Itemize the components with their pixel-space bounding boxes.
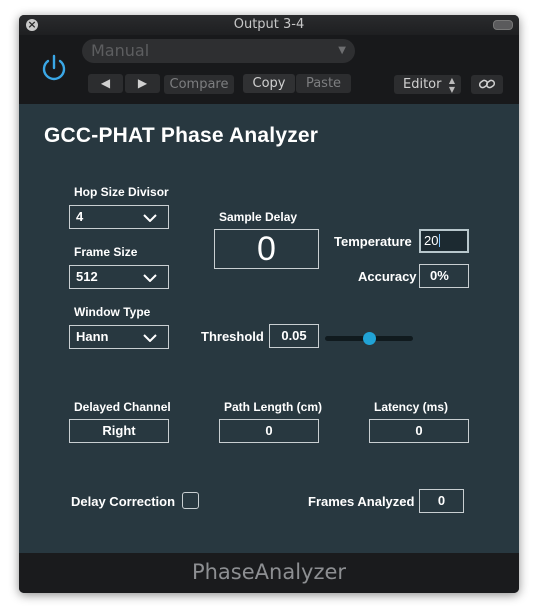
delayed-channel-display: Right [69,419,169,443]
link-button[interactable] [471,75,503,94]
toolbar-toggle-button[interactable] [493,20,513,30]
threshold-slider-handle[interactable] [362,332,376,345]
accuracy-label: Accuracy [358,269,417,284]
window-title: Output 3-4 [233,17,305,32]
accuracy-display: 0% [419,264,469,288]
power-icon[interactable] [38,52,70,84]
temperature-value: 20 [424,233,439,248]
title-bar: × Output 3-4 [19,15,519,35]
frame-size-value: 512 [76,269,98,284]
threshold-label: Threshold [201,329,264,344]
previous-preset-button[interactable]: ◀ [88,74,123,93]
window-type-label: Window Type [74,305,151,319]
hop-size-select[interactable]: 4 [69,205,169,229]
sample-delay-label: Sample Delay [219,210,298,224]
window-type-select[interactable]: Hann [69,325,169,349]
frame-size-select[interactable]: 512 [69,265,169,289]
next-preset-button[interactable]: ▶ [125,74,160,93]
hop-size-value: 4 [76,209,84,224]
preset-select[interactable]: Manual ▼ [82,39,355,63]
chevron-down-icon [143,274,157,282]
path-length-label: Path Length (cm) [224,400,322,414]
temperature-input[interactable]: 20 [419,229,469,253]
plugin-header: Manual ▼ ◀ ▶ Compare Copy Paste Editor ▲… [19,35,519,104]
frames-analyzed-display: 0 [419,489,464,513]
copy-button[interactable]: Copy [243,74,295,93]
sample-delay-display: 0 [214,229,319,269]
plugin-panel: GCC-PHAT Phase Analyzer Hop Size Divisor… [19,104,519,553]
latency-display: 0 [369,419,469,443]
paste-button[interactable]: Paste [296,74,351,93]
preset-value: Manual [91,41,150,60]
window-type-value: Hann [76,329,109,344]
frame-size-label: Frame Size [74,245,138,259]
delay-correction-checkbox[interactable] [182,492,199,509]
delayed-channel-label: Delayed Channel [74,400,171,414]
threshold-input[interactable]: 0.05 [269,324,319,348]
chevron-down-icon [143,214,157,222]
delay-correction-label: Delay Correction [71,494,176,509]
plugin-footer: PhaseAnalyzer [19,553,519,593]
plugin-window: × Output 3-4 Manual ▼ ◀ ▶ Compare Copy P… [19,15,519,593]
link-icon [478,79,496,89]
path-length-display: 0 [219,419,319,443]
view-select-label: Editor [403,77,442,92]
text-caret [439,234,441,247]
plugin-title: GCC-PHAT Phase Analyzer [44,124,319,147]
chevron-down-icon [143,334,157,342]
view-select[interactable]: Editor ▲ ▼ [394,75,461,94]
frames-analyzed-label: Frames Analyzed [308,494,415,509]
chevron-down-icon: ▼ [338,45,346,56]
compare-button[interactable]: Compare [164,75,234,94]
latency-label: Latency (ms) [374,400,449,414]
hop-size-label: Hop Size Divisor [74,185,169,199]
temperature-label: Temperature [334,234,412,249]
updown-icon: ▲ ▼ [448,76,455,94]
preset-nav-group: ◀ ▶ [88,74,160,93]
